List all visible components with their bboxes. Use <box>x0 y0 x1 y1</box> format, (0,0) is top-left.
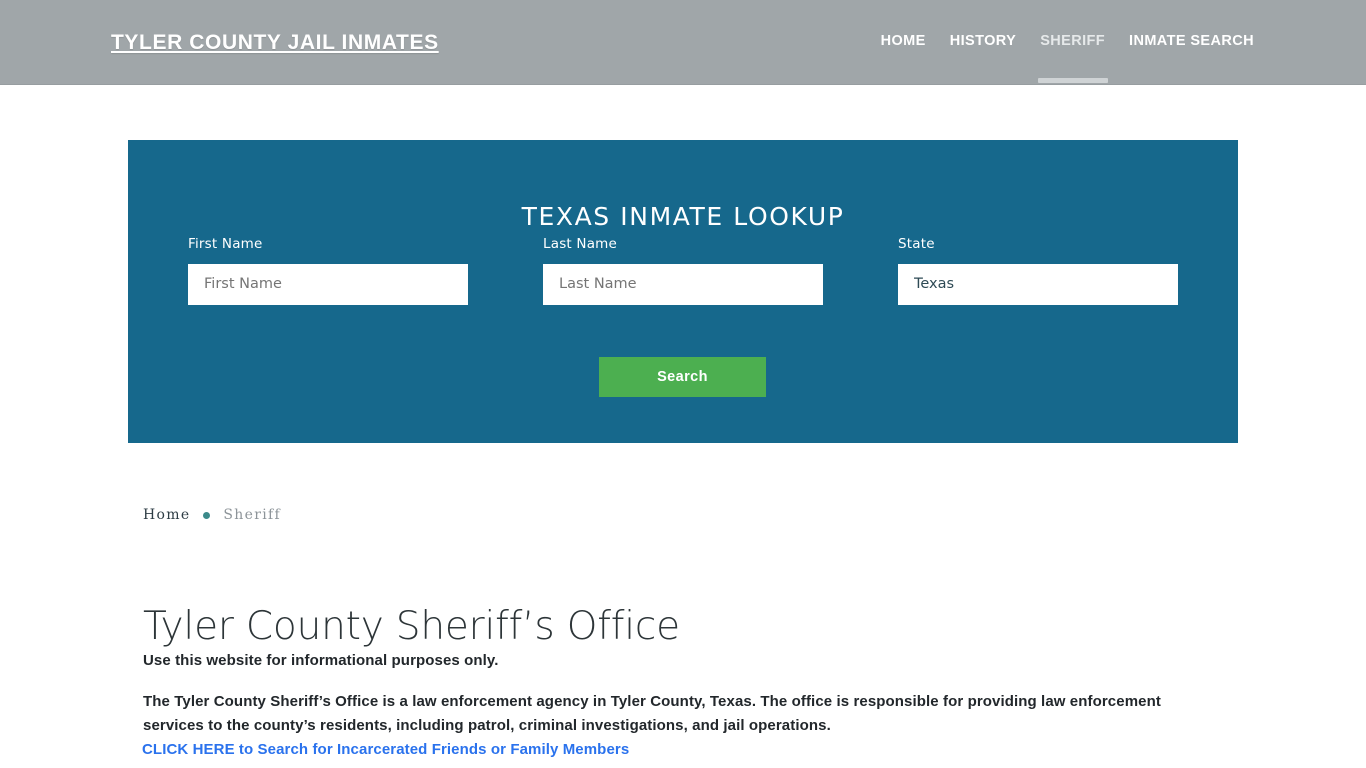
disclaimer-text: Use this website for informational purpo… <box>143 652 499 669</box>
primary-navigation: HOME HISTORY SHERIFF INMATE SEARCH <box>881 33 1254 83</box>
field-group-state: State <box>898 236 1178 305</box>
first-name-input[interactable] <box>188 264 468 305</box>
breadcrumb-item-current: Sheriff <box>223 507 281 523</box>
breadcrumb-separator-dot-icon <box>203 511 211 519</box>
nav-item-inmate-search[interactable]: INMATE SEARCH <box>1129 33 1254 55</box>
panel-title: TEXAS INMATE LOOKUP <box>521 201 845 231</box>
nav-active-indicator <box>1037 78 1108 83</box>
site-header: TYLER COUNTY JAIL INMATES HOME HISTORY S… <box>0 0 1366 85</box>
state-input[interactable] <box>898 264 1178 305</box>
last-name-input[interactable] <box>543 264 823 305</box>
first-name-label: First Name <box>188 236 263 252</box>
breadcrumb: Home Sheriff <box>143 507 281 523</box>
field-group-last-name: Last Name <box>543 236 823 305</box>
nav-item-history[interactable]: HISTORY <box>950 33 1016 55</box>
site-brand-logo[interactable]: TYLER COUNTY JAIL INMATES <box>111 31 439 55</box>
inmate-lookup-panel: TEXAS INMATE LOOKUP First Name Last Name… <box>128 140 1238 443</box>
field-group-first-name: First Name <box>188 236 468 305</box>
breadcrumb-item-home[interactable]: Home <box>143 507 190 523</box>
last-name-label: Last Name <box>543 236 618 252</box>
page-title: Tyler County Sheriff’s Office <box>143 604 680 650</box>
description-paragraph: The Tyler County Sheriff’s Office is a l… <box>143 693 1161 734</box>
search-button[interactable]: Search <box>599 357 766 397</box>
inmate-search-cta-link[interactable]: CLICK HERE to Search for Incarcerated Fr… <box>142 741 629 758</box>
nav-item-sheriff[interactable]: SHERIFF <box>1037 33 1108 83</box>
nav-item-home[interactable]: HOME <box>881 33 926 55</box>
state-label: State <box>898 236 935 252</box>
nav-item-sheriff-label: SHERIFF <box>1040 33 1106 49</box>
